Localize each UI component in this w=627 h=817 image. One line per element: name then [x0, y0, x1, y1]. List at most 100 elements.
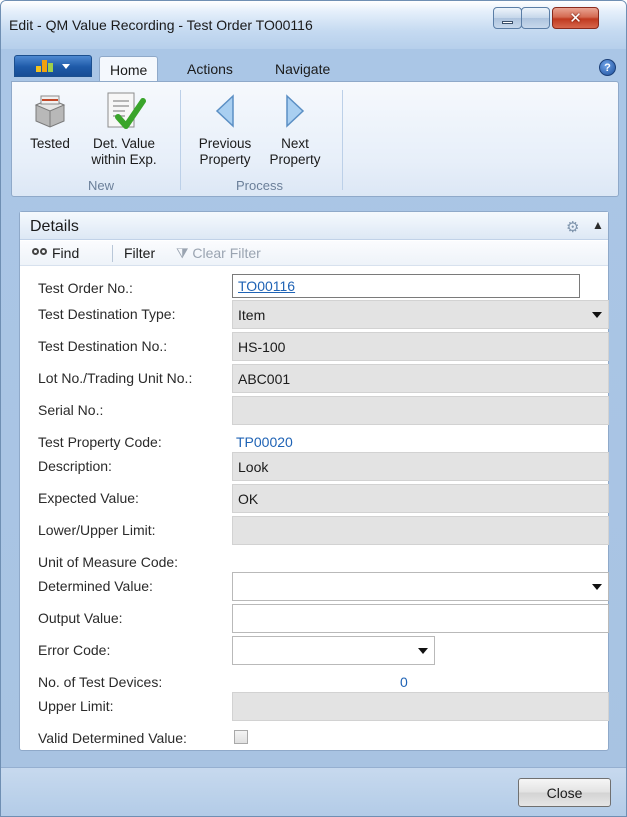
field-test-order-no: Test Order No.: TO00116	[20, 274, 608, 302]
previous-property-label-line2: Property	[199, 152, 251, 167]
field-label: Description:	[38, 458, 112, 474]
valid-determined-value-checkbox[interactable]	[234, 730, 248, 744]
serial-no-field	[232, 396, 609, 425]
field-label: Error Code:	[38, 642, 111, 658]
title-bar[interactable]: Edit - QM Value Recording - Test Order T…	[1, 1, 626, 49]
lower-upper-limit-field	[232, 516, 609, 545]
clear-filter-button[interactable]: ⧩ Clear Filter	[176, 245, 261, 262]
next-property-label-line1: Next	[281, 136, 309, 151]
field-label: Serial No.:	[38, 402, 104, 418]
group-label-process: Process	[236, 178, 283, 193]
close-icon: ✕	[569, 9, 582, 27]
upper-limit-field	[232, 692, 609, 721]
chevron-down-icon	[62, 63, 70, 69]
previous-property-button[interactable]: Previous Property	[192, 88, 258, 168]
ribbon-group-separator	[180, 90, 181, 190]
field-label: No. of Test Devices:	[38, 674, 163, 690]
maximize-button[interactable]	[521, 7, 550, 29]
output-value-input[interactable]	[232, 604, 609, 633]
ribbon-home: Tested Det. Value within Exp. New Previo…	[11, 81, 619, 197]
app-logo-icon	[36, 60, 58, 72]
ribbon-tabbar: Home Actions Navigate ?	[11, 53, 619, 83]
field-serial-no: Serial No.:	[20, 396, 609, 425]
minimize-button[interactable]	[493, 7, 522, 29]
next-property-label-line2: Property	[269, 152, 321, 167]
field-lower-upper-limit: Lower/Upper Limit:	[20, 516, 609, 545]
field-determined-value: Determined Value:	[20, 572, 609, 601]
chevron-up-icon[interactable]: ▲	[592, 218, 604, 232]
field-label: Output Value:	[38, 610, 123, 626]
error-code-select[interactable]	[232, 636, 435, 665]
ribbon-group-separator	[342, 90, 343, 190]
funnel-icon: ⧩	[176, 245, 189, 261]
tested-button[interactable]: Tested	[24, 88, 76, 152]
field-label: Expected Value:	[38, 490, 139, 506]
test-property-code-link[interactable]: TP00020	[236, 434, 293, 450]
expected-value-field: OK	[232, 484, 609, 513]
field-test-destination-no: Test Destination No.: HS-100	[20, 332, 609, 361]
field-error-code: Error Code:	[20, 636, 608, 665]
field-label: Unit of Measure Code:	[38, 554, 179, 570]
window-title: Edit - QM Value Recording - Test Order T…	[9, 17, 313, 33]
close-window-button[interactable]: ✕	[552, 7, 599, 29]
application-menu-button[interactable]	[14, 55, 92, 77]
tab-home[interactable]: Home	[99, 56, 159, 83]
clear-filter-label: Clear Filter	[192, 245, 261, 261]
test-order-no-link[interactable]: TO00116	[238, 278, 295, 294]
field-upper-limit: Upper Limit:	[20, 692, 609, 721]
arrow-left-icon	[192, 88, 258, 134]
checkmark-document-icon	[80, 88, 168, 134]
field-label: Lot No./Trading Unit No.:	[38, 370, 193, 386]
chevron-down-icon[interactable]	[592, 584, 602, 590]
find-label: Find	[52, 245, 80, 261]
field-expected-value: Expected Value: OK	[20, 484, 609, 513]
no-of-test-devices-value[interactable]: 0	[400, 674, 408, 690]
det-value-label-line2: within Exp.	[91, 152, 157, 167]
minimize-icon	[502, 20, 513, 24]
field-label: Test Destination Type:	[38, 306, 176, 322]
field-label: Test Property Code:	[38, 434, 162, 450]
chevron-down-icon[interactable]	[418, 648, 428, 654]
select-value: Item	[238, 307, 266, 323]
close-button[interactable]: Close	[518, 778, 611, 807]
det-value-within-exp-button[interactable]: Det. Value within Exp.	[80, 88, 168, 168]
description-field: Look	[232, 452, 609, 481]
filter-button[interactable]: Filter	[124, 245, 155, 261]
field-label: Upper Limit:	[38, 698, 114, 714]
field-description: Description: Look	[20, 452, 609, 481]
dialog-window: Edit - QM Value Recording - Test Order T…	[0, 0, 627, 817]
details-header[interactable]: Details ⚙ ▲	[20, 212, 608, 240]
field-lot-trading-unit-no: Lot No./Trading Unit No.: ABC001	[20, 364, 609, 393]
toolbar-separator	[112, 245, 113, 262]
tab-actions[interactable]: Actions	[177, 56, 243, 82]
field-valid-determined-value: Valid Determined Value:	[20, 724, 608, 752]
chevron-down-icon[interactable]	[592, 312, 602, 318]
arrow-right-icon	[262, 88, 328, 134]
tested-icon	[24, 88, 76, 134]
field-label: Lower/Upper Limit:	[38, 522, 156, 538]
dialog-footer: Close	[1, 767, 626, 816]
determined-value-select[interactable]	[232, 572, 609, 601]
previous-property-label-line1: Previous	[198, 136, 252, 151]
details-title: Details	[30, 218, 79, 235]
test-order-no-input[interactable]: TO00116	[232, 274, 580, 298]
next-property-button[interactable]: Next Property	[262, 88, 328, 168]
field-test-destination-type: Test Destination Type: Item	[20, 300, 609, 329]
find-button[interactable]: Find	[32, 245, 79, 261]
det-value-label-line1: Det. Value	[92, 136, 156, 151]
field-output-value: Output Value:	[20, 604, 609, 633]
details-fasttab: Details ⚙ ▲ Find Filter ⧩ Clear Filter T…	[19, 211, 609, 751]
field-label: Determined Value:	[38, 578, 153, 594]
field-label: Valid Determined Value:	[38, 730, 187, 746]
lot-trading-unit-no-field: ABC001	[232, 364, 609, 393]
gear-icon[interactable]: ⚙	[566, 218, 579, 236]
tab-navigate[interactable]: Navigate	[265, 56, 340, 82]
field-label: Test Order No.:	[38, 280, 133, 296]
group-label-new: New	[88, 178, 115, 193]
test-destination-no-field: HS-100	[232, 332, 609, 361]
details-toolbar: Find Filter ⧩ Clear Filter	[20, 241, 608, 266]
help-icon[interactable]: ?	[599, 59, 616, 76]
tested-label: Tested	[30, 136, 70, 151]
test-destination-type-select[interactable]: Item	[232, 300, 609, 329]
field-label: Test Destination No.:	[38, 338, 168, 354]
